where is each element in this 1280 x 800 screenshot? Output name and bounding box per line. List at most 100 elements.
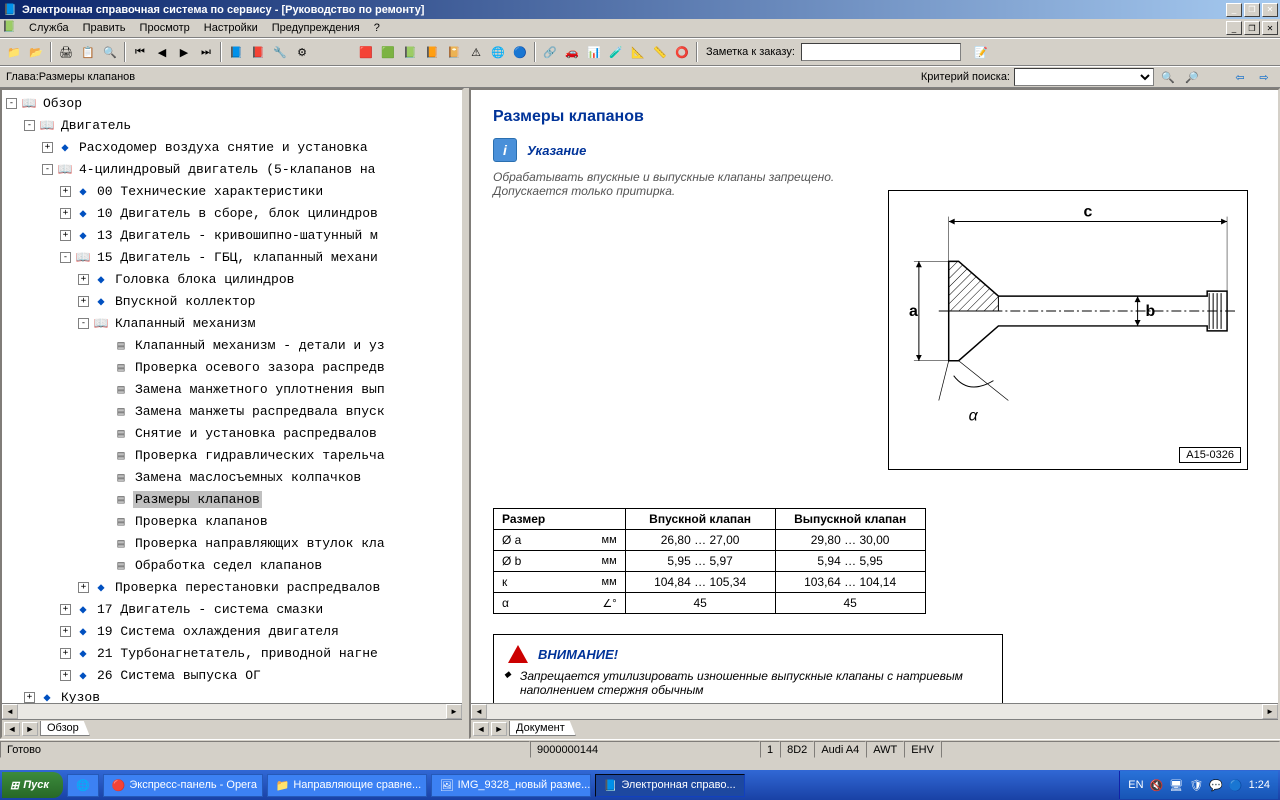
right-hscroll[interactable]: ◄► [471, 703, 1278, 719]
tb-a4[interactable]: 📙 [422, 42, 442, 62]
nav-fwd-btn[interactable]: ⇨ [1254, 67, 1274, 87]
mdi-close-button[interactable]: ✕ [1262, 21, 1278, 35]
tb-print[interactable]: 🖨 [56, 42, 76, 62]
quicklaunch-ie[interactable]: 🌐 [67, 774, 99, 797]
tb-last[interactable]: ⏭ [196, 42, 216, 62]
taskbar-item[interactable]: 🖼IMG_9328_новый разме... [431, 774, 591, 797]
tree-node[interactable]: +◆Головка блока цилиндров [4, 268, 460, 290]
tree-label[interactable]: 15 Двигатель - ГБЦ, клапанный механи [95, 249, 380, 266]
tree-node[interactable]: ▤Проверка направляющих втулок кла [4, 532, 460, 554]
tb-b1[interactable]: 🔗 [540, 42, 560, 62]
tb-a6[interactable]: ⚠ [466, 42, 486, 62]
tree-node[interactable]: +◆17 Двигатель - система смазки [4, 598, 460, 620]
right-tab-prev[interactable]: ◄ [473, 722, 489, 736]
tray-icon-4[interactable]: 💬 [1209, 779, 1223, 792]
tree-node[interactable]: ▤Проверка клапанов [4, 510, 460, 532]
tree-toggle[interactable]: + [42, 142, 53, 153]
tree-toggle[interactable]: + [60, 208, 71, 219]
tb-first[interactable]: ⏮ [130, 42, 150, 62]
left-tab-overview[interactable]: Обзор [40, 721, 90, 736]
tree-label[interactable]: Впускной коллектор [113, 293, 257, 310]
tree-label[interactable]: Замена манжетного уплотнения вып [133, 381, 387, 398]
tree-node[interactable]: ▤Замена манжетного уплотнения вып [4, 378, 460, 400]
nav-back-btn[interactable]: ⇦ [1230, 67, 1250, 87]
tree-node[interactable]: +◆26 Система выпуска ОГ [4, 664, 460, 686]
tree-label[interactable]: 19 Система охлаждения двигателя [95, 623, 341, 640]
tb-1[interactable]: 📁 [4, 42, 24, 62]
tb-a5[interactable]: 📔 [444, 42, 464, 62]
tb-b5[interactable]: 📐 [628, 42, 648, 62]
nav-tree[interactable]: -📖Обзор-📖Двигатель+◆Расходомер воздуха с… [2, 90, 462, 703]
tree-label[interactable]: Клапанный механизм [113, 315, 257, 332]
left-tab-next[interactable]: ► [22, 722, 38, 736]
left-hscroll[interactable]: ◄► [2, 703, 462, 719]
search-prev-btn[interactable]: 🔍 [1158, 67, 1178, 87]
menu-?[interactable]: ? [367, 20, 387, 36]
tb-11[interactable]: 📕 [248, 42, 268, 62]
tree-node[interactable]: +◆13 Двигатель - кривошипно-шатунный м [4, 224, 460, 246]
tray-icon-5[interactable]: 🔵 [1229, 779, 1243, 792]
tree-label[interactable]: Обзор [41, 95, 84, 112]
tree-node[interactable]: ▤Снятие и установка распредвалов [4, 422, 460, 444]
menu-править[interactable]: Править [76, 20, 133, 36]
tree-label[interactable]: 13 Двигатель - кривошипно-шатунный м [95, 227, 380, 244]
tree-toggle[interactable]: + [78, 274, 89, 285]
tray-clock[interactable]: 1:24 [1249, 779, 1270, 791]
tree-node[interactable]: -📖4-цилиндровый двигатель (5-клапанов на [4, 158, 460, 180]
minimize-button[interactable]: _ [1226, 3, 1242, 17]
system-tray[interactable]: EN 🔇 🖥 🛡 💬 🔵 1:24 [1119, 771, 1278, 799]
right-tab-document[interactable]: Документ [509, 721, 576, 736]
tb-10[interactable]: 📘 [226, 42, 246, 62]
tb-prev[interactable]: ◀ [152, 42, 172, 62]
tb-b6[interactable]: 📏 [650, 42, 670, 62]
tree-node[interactable]: +◆10 Двигатель в сборе, блок цилиндров [4, 202, 460, 224]
tree-label[interactable]: Проверка осевого зазора распредв [133, 359, 387, 376]
tree-toggle[interactable]: - [60, 252, 71, 263]
order-input[interactable] [801, 43, 961, 61]
tree-toggle[interactable]: + [78, 296, 89, 307]
tree-toggle[interactable]: - [24, 120, 35, 131]
tb-next[interactable]: ▶ [174, 42, 194, 62]
tray-icon-3[interactable]: 🛡 [1189, 779, 1203, 792]
tree-node[interactable]: ▤Замена манжеты распредвала впуск [4, 400, 460, 422]
tree-toggle[interactable]: - [42, 164, 53, 175]
tree-label[interactable]: Проверка направляющих втулок кла [133, 535, 387, 552]
search-next-btn[interactable]: 🔎 [1182, 67, 1202, 87]
menu-просмотр[interactable]: Просмотр [133, 20, 197, 36]
tree-label[interactable]: 21 Турбонагнетатель, приводной нагне [95, 645, 380, 662]
tree-label[interactable]: Проверка перестановки распредвалов [113, 579, 382, 596]
close-button[interactable]: ✕ [1262, 3, 1278, 17]
tree-toggle[interactable]: + [60, 604, 71, 615]
maximize-button[interactable]: ❐ [1244, 3, 1260, 17]
tree-node[interactable]: +◆21 Турбонагнетатель, приводной нагне [4, 642, 460, 664]
tb-b3[interactable]: 📊 [584, 42, 604, 62]
tree-node[interactable]: ▤Проверка гидравлических тарельча [4, 444, 460, 466]
tree-label[interactable]: 26 Система выпуска ОГ [95, 667, 263, 684]
tree-toggle[interactable]: - [6, 98, 17, 109]
tree-node[interactable]: -📖Двигатель [4, 114, 460, 136]
tree-node[interactable]: +◆Расходомер воздуха снятие и установка [4, 136, 460, 158]
taskbar-item[interactable]: 📘Электронная справо... [595, 774, 745, 797]
tree-label[interactable]: Проверка гидравлических тарельча [133, 447, 387, 464]
tree-label[interactable]: Головка блока цилиндров [113, 271, 296, 288]
tb-order-submit[interactable]: 📝 [971, 42, 991, 62]
tree-node[interactable]: -📖Клапанный механизм [4, 312, 460, 334]
tree-label[interactable]: 10 Двигатель в сборе, блок цилиндров [95, 205, 380, 222]
right-tab-next[interactable]: ► [491, 722, 507, 736]
tb-a1[interactable]: 🟥 [356, 42, 376, 62]
tb-a3[interactable]: 📗 [400, 42, 420, 62]
tb-b2[interactable]: 🚗 [562, 42, 582, 62]
tree-toggle[interactable]: - [78, 318, 89, 329]
tree-label[interactable]: Кузов [59, 689, 102, 704]
tree-label[interactable]: 00 Технические характеристики [95, 183, 325, 200]
taskbar-item[interactable]: 📁Направляющие сравне... [267, 774, 427, 797]
tree-node[interactable]: -📖Обзор [4, 92, 460, 114]
tree-node[interactable]: +◆00 Технические характеристики [4, 180, 460, 202]
tree-node[interactable]: +◆Впускной коллектор [4, 290, 460, 312]
taskbar-item[interactable]: 🔴Экспресс-панель - Opera [103, 774, 263, 797]
tree-node[interactable]: ▤Размеры клапанов [4, 488, 460, 510]
tb-2[interactable]: 📂 [26, 42, 46, 62]
menu-служба[interactable]: Служба [22, 20, 76, 36]
tree-label[interactable]: Размеры клапанов [133, 491, 262, 508]
tree-node[interactable]: +◆19 Система охлаждения двигателя [4, 620, 460, 642]
